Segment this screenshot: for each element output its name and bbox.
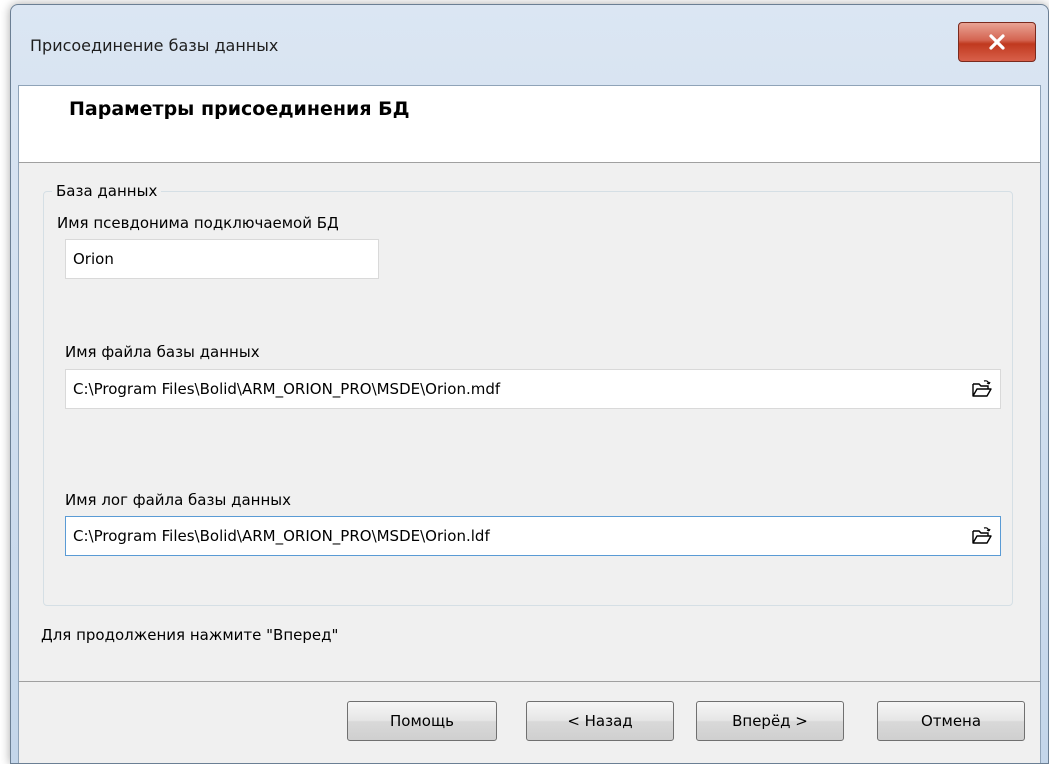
wizard-header: Параметры присоединения БД (19, 86, 1040, 163)
log-file-label: Имя лог файла базы данных (65, 491, 291, 509)
groupbox-legend: База данных (52, 182, 162, 200)
cancel-button[interactable]: Отмена (877, 701, 1025, 741)
close-button[interactable] (958, 22, 1036, 62)
next-button[interactable]: Вперёд > (696, 701, 844, 741)
dialog-window: Присоединение базы данных Параметры прис… (10, 4, 1049, 764)
log-file-input-value: C:\Program Files\Bolid\ARM_ORION_PRO\MSD… (73, 527, 490, 545)
db-file-label: Имя файла базы данных (65, 343, 260, 361)
folder-open-icon (972, 380, 992, 397)
back-button[interactable]: < Назад (526, 701, 674, 741)
page-title: Параметры присоединения БД (69, 98, 410, 120)
db-file-input-value: C:\Program Files\Bolid\ARM_ORION_PRO\MSD… (73, 380, 501, 398)
db-file-input[interactable]: C:\Program Files\Bolid\ARM_ORION_PRO\MSD… (65, 369, 1001, 409)
window-title: Присоединение базы данных (30, 36, 279, 55)
continue-hint: Для продолжения нажмите "Вперед" (41, 626, 339, 644)
db-file-browse-button[interactable] (970, 377, 994, 401)
alias-input-value: Orion (73, 250, 114, 268)
dialog-client-area: Параметры присоединения БД База данных И… (18, 85, 1041, 763)
alias-label: Имя псевдонима подключаемой БД (57, 214, 339, 232)
footer-divider (19, 681, 1040, 682)
log-file-input[interactable]: C:\Program Files\Bolid\ARM_ORION_PRO\MSD… (65, 516, 1001, 556)
help-button[interactable]: Помощь (347, 701, 497, 741)
log-file-browse-button[interactable] (970, 524, 994, 548)
folder-open-icon (972, 527, 992, 544)
alias-input[interactable]: Orion (65, 239, 379, 279)
title-bar[interactable]: Присоединение базы данных (11, 5, 1048, 85)
close-icon (989, 34, 1005, 50)
